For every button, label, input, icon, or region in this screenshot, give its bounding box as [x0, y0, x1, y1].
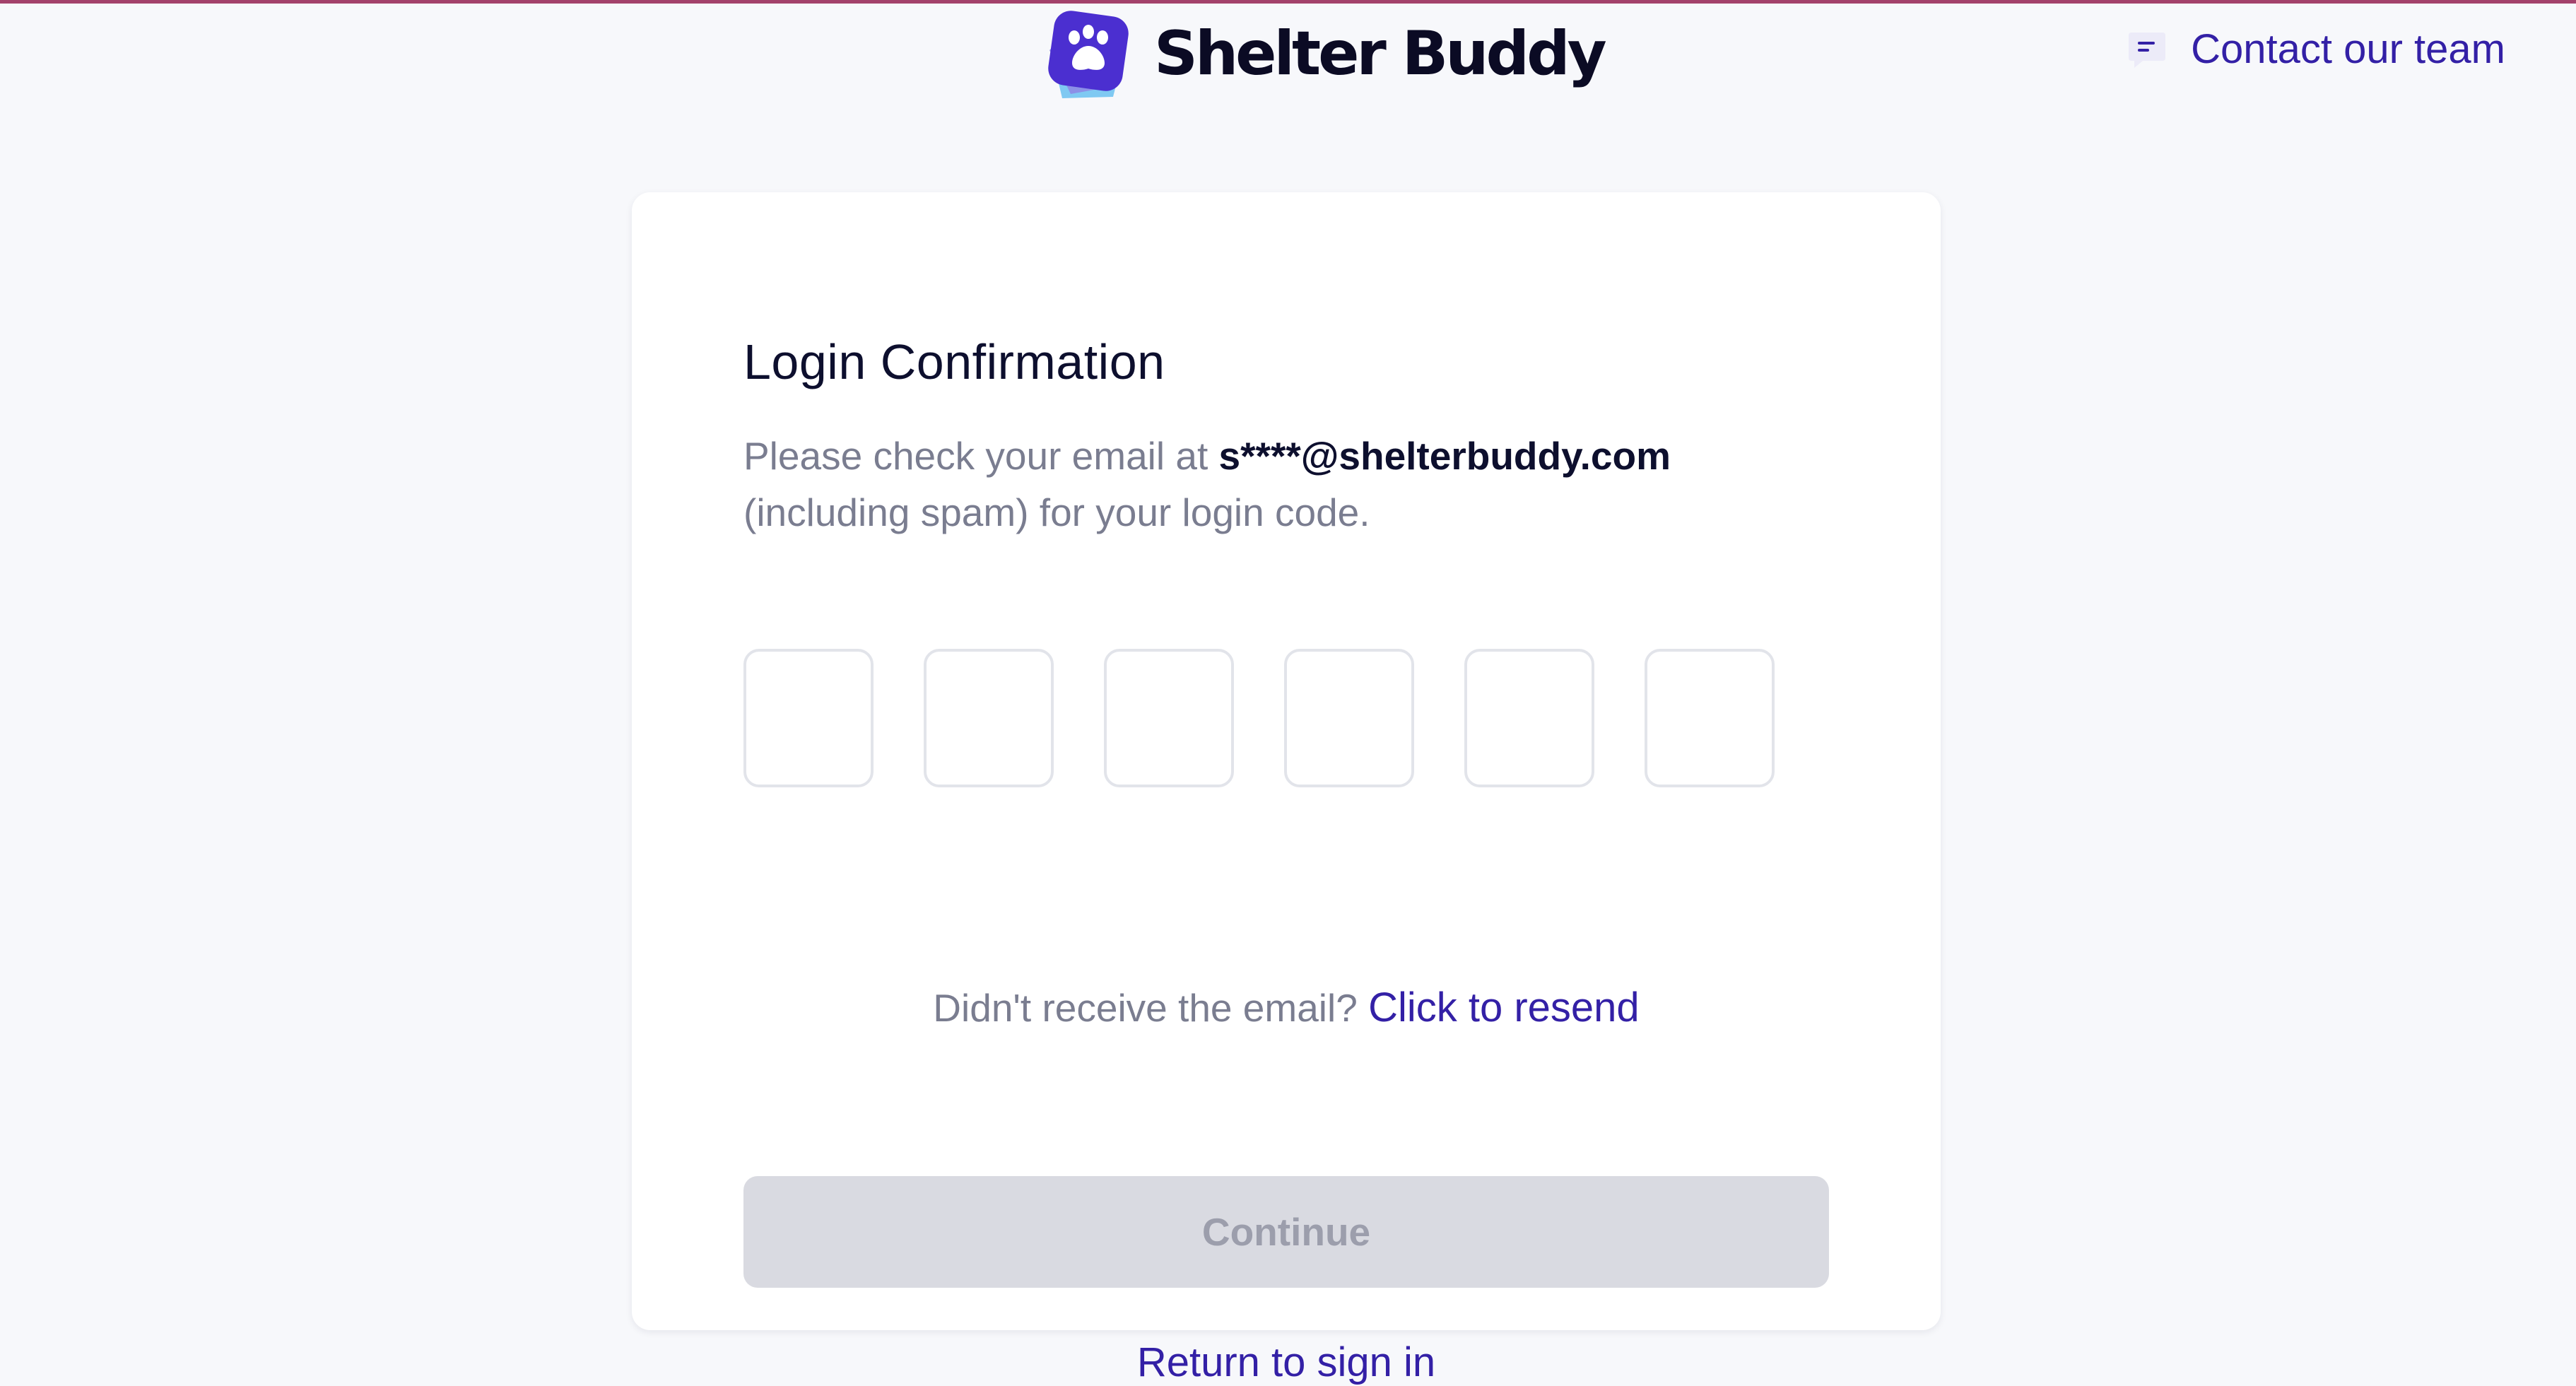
code-digit-5[interactable]: [1464, 649, 1594, 787]
code-digit-1[interactable]: [743, 649, 874, 787]
code-digit-2[interactable]: [924, 649, 1054, 787]
top-header: Shelter Buddy Contact our team: [0, 0, 2576, 113]
instructions-text: Please check your email at s****@shelter…: [743, 428, 1789, 541]
contact-team-link[interactable]: Contact our team: [2127, 25, 2505, 73]
brand-logo[interactable]: Shelter Buddy: [1042, 6, 1607, 102]
code-digit-4[interactable]: [1284, 649, 1414, 787]
code-input-group: [743, 649, 1775, 787]
resend-link[interactable]: Click to resend: [1368, 985, 1640, 1030]
login-confirmation-card: Login Confirmation Please check your ema…: [632, 192, 1941, 1385]
page-title: Login Confirmation: [743, 334, 1165, 389]
chat-icon: [2129, 32, 2166, 68]
resend-row: Didn't receive the email? Click to resen…: [632, 984, 1941, 1031]
return-to-sign-in-link[interactable]: Return to sign in: [632, 1339, 1941, 1386]
instructions-suffix: (including spam) for your login code.: [743, 491, 1370, 534]
paw-icon: [1048, 11, 1129, 98]
brand-name: Shelter Buddy: [1154, 18, 1607, 89]
instructions-prefix: Please check your email at: [743, 434, 1219, 478]
code-digit-3[interactable]: [1104, 649, 1234, 787]
continue-button[interactable]: Continue: [743, 1176, 1829, 1288]
masked-email: s****@shelterbuddy.com: [1218, 434, 1671, 478]
code-digit-6[interactable]: [1645, 649, 1775, 787]
contact-label: Contact our team: [2191, 26, 2505, 72]
resend-prompt: Didn't receive the email?: [933, 986, 1358, 1030]
